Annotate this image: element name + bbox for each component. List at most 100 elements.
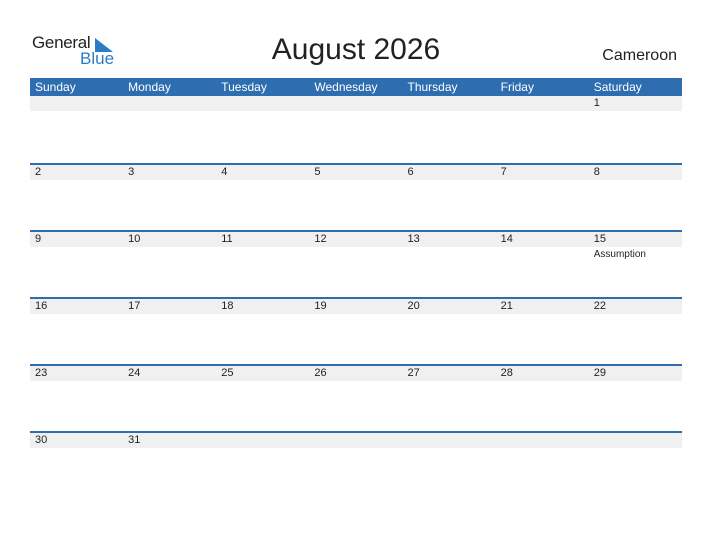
day-number: 9	[30, 232, 124, 247]
weekday-header: Sunday Monday Tuesday Wednesday Thursday Frid…	[30, 78, 682, 96]
day-number: 5	[309, 165, 403, 180]
day-number: 13	[402, 232, 496, 247]
day-number: 1	[588, 96, 682, 111]
day-cell: 23	[30, 366, 124, 431]
day-number: 25	[216, 366, 310, 381]
day-cell: 3	[123, 165, 217, 230]
day-number: 21	[495, 299, 589, 314]
day-cell	[123, 96, 217, 163]
weekday-saturday: Saturday	[593, 80, 642, 94]
day-number: 7	[495, 165, 589, 180]
week-row: 1	[30, 96, 682, 163]
day-number	[495, 96, 589, 111]
day-number: 23	[30, 366, 124, 381]
weekday-wednesday: Wednesday	[314, 80, 378, 94]
day-number: 20	[402, 299, 496, 314]
day-cell: 8	[588, 165, 682, 230]
day-cell: 15 Assumption	[588, 232, 682, 297]
day-number: 31	[123, 433, 217, 448]
day-number: 30	[30, 433, 124, 448]
day-cell	[309, 433, 403, 498]
week-row: 16 17 18 19 20 21 22	[30, 297, 682, 364]
day-number: 26	[309, 366, 403, 381]
day-cell: 28	[495, 366, 589, 431]
day-cell: 7	[495, 165, 589, 230]
day-number: 11	[216, 232, 310, 247]
day-number: 29	[588, 366, 682, 381]
day-cell	[588, 433, 682, 498]
calendar-body: 1 2 3 4 5 6 7 8 9 10 11 12 13 14 15 Assumption 16 17 18 19 2…	[30, 96, 682, 498]
country-label: Cameroon	[602, 47, 677, 64]
week-row: 9 10 11 12 13 14 15 Assumption	[30, 230, 682, 297]
day-number: 28	[495, 366, 589, 381]
day-cell: 24	[123, 366, 217, 431]
day-number: 12	[309, 232, 403, 247]
day-cell: 27	[402, 366, 496, 431]
day-cell: 18	[216, 299, 310, 364]
day-cell: 22	[588, 299, 682, 364]
day-cell: 25	[216, 366, 310, 431]
day-number	[216, 96, 310, 111]
day-cell: 11	[216, 232, 310, 297]
day-cell: 13	[402, 232, 496, 297]
day-number: 18	[216, 299, 310, 314]
day-number: 3	[123, 165, 217, 180]
day-number	[495, 433, 589, 448]
day-number: 19	[309, 299, 403, 314]
weekday-thursday: Thursday	[407, 80, 458, 94]
day-number	[402, 433, 496, 448]
day-number: 27	[402, 366, 496, 381]
day-cell: 6	[402, 165, 496, 230]
weekday-tuesday: Tuesday	[221, 80, 267, 94]
day-number: 14	[495, 232, 589, 247]
day-cell	[30, 96, 124, 163]
day-number: 10	[123, 232, 217, 247]
day-cell: 4	[216, 165, 310, 230]
week-row: 30 31	[30, 431, 682, 498]
day-cell: 12	[309, 232, 403, 297]
day-number	[123, 96, 217, 111]
day-cell: 29	[588, 366, 682, 431]
day-number	[30, 96, 124, 111]
day-number: 24	[123, 366, 217, 381]
day-number	[309, 96, 403, 111]
weekday-monday: Monday	[128, 80, 171, 94]
day-cell: 30	[30, 433, 124, 498]
day-number	[309, 433, 403, 448]
day-cell	[495, 96, 589, 163]
day-cell: 19	[309, 299, 403, 364]
day-cell: 31	[123, 433, 217, 498]
day-number: 6	[402, 165, 496, 180]
day-cell	[309, 96, 403, 163]
day-cell	[402, 96, 496, 163]
day-cell: 14	[495, 232, 589, 297]
day-cell	[402, 433, 496, 498]
day-number: 17	[123, 299, 217, 314]
calendar: Sunday Monday Tuesday Wednesday Thursday Frid…	[30, 78, 682, 498]
week-row: 23 24 25 26 27 28 29	[30, 364, 682, 431]
weekday-sunday: Sunday	[35, 80, 76, 94]
day-number: 15	[588, 232, 682, 247]
day-number: 8	[588, 165, 682, 180]
day-number: 2	[30, 165, 124, 180]
day-cell	[216, 96, 310, 163]
day-cell: 2	[30, 165, 124, 230]
day-cell	[495, 433, 589, 498]
day-cell: 20	[402, 299, 496, 364]
day-cell: 9	[30, 232, 124, 297]
week-row: 2345678	[30, 163, 682, 230]
weekday-friday: Friday	[500, 80, 534, 94]
day-number: 22	[588, 299, 682, 314]
day-cell	[216, 433, 310, 498]
day-cell: 16	[30, 299, 124, 364]
day-number	[588, 433, 682, 448]
day-number	[402, 96, 496, 111]
day-cell: 1	[588, 96, 682, 163]
day-cell: 5	[309, 165, 403, 230]
day-cell: 10	[123, 232, 217, 297]
holiday-label: Assumption	[593, 249, 646, 260]
day-number: 4	[216, 165, 310, 180]
day-cell: 21	[495, 299, 589, 364]
day-cell: 26	[309, 366, 403, 431]
day-cell: 17	[123, 299, 217, 364]
